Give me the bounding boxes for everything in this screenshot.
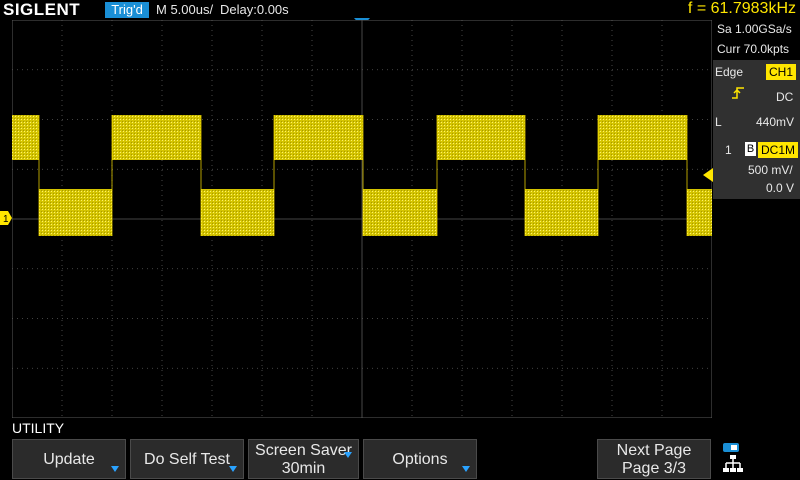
do-self-test-button-label: Do Self Test	[144, 451, 230, 468]
bandwidth-limit-flag: B	[745, 142, 756, 156]
right-info-panel: Sa 1.00GSa/s Curr 70.0kpts Edge CH1 DC L…	[713, 20, 800, 420]
trigger-level-label: L	[715, 115, 722, 129]
sample-rate: Sa 1.00GSa/s	[717, 22, 792, 36]
waveform-high-segment	[598, 115, 687, 160]
channel-coupling-badge: DC1M	[758, 142, 799, 158]
channel-1-info-box[interactable]: 1 B DC1M 500 mV/ 0.0 V	[713, 139, 800, 199]
waveform-high-segment	[274, 115, 363, 160]
waveform-graticule	[12, 20, 712, 418]
memory-depth: Curr 70.0kpts	[717, 42, 790, 56]
page-indicator: Page 3/3	[621, 460, 687, 477]
menu-title: UTILITY	[12, 420, 65, 436]
arrow-down-icon	[462, 466, 470, 472]
screen-saver-value: 30min	[281, 460, 326, 477]
status-bar: SIGLENT Trig'd M 5.00us/ Delay:0.00s f =…	[0, 0, 800, 20]
channel-1-marker-label: 1	[3, 214, 9, 225]
waveform-high-segment	[437, 115, 525, 160]
next-page-button[interactable]: Next Page Page 3/3	[597, 439, 711, 479]
options-button-label: Options	[392, 451, 448, 468]
trigger-status-badge: Trig'd	[105, 2, 149, 18]
screen-saver-button-label: Screen Saver	[255, 442, 352, 459]
trigger-type: Edge	[715, 65, 744, 79]
timebase-readout: M 5.00us/	[156, 2, 214, 17]
delay-readout: Delay:0.00s	[220, 2, 289, 17]
vertical-offset: 0.0 V	[766, 181, 795, 195]
waveform-low-segment	[39, 189, 112, 236]
waveform-high-segment	[12, 115, 39, 160]
waveform-low-segment	[525, 189, 598, 236]
frequency-readout: f = 61.7983kHz	[687, 0, 796, 17]
waveform-high-segment	[112, 115, 201, 160]
channel-1-marker-icon[interactable]: 1	[0, 211, 12, 225]
arrow-down-icon	[111, 466, 119, 472]
brand-logo: SIGLENT	[3, 0, 81, 19]
options-button[interactable]: Options	[363, 439, 477, 479]
channel-number: 1	[725, 143, 732, 157]
update-button-label: Update	[43, 451, 95, 468]
screen-saver-button[interactable]: Screen Saver 30min	[248, 439, 359, 479]
waveform-display	[12, 20, 712, 418]
waveform-low-segment	[201, 189, 274, 236]
next-page-button-label: Next Page	[616, 442, 692, 459]
waveform-low-segment	[363, 189, 437, 236]
vertical-scale: 500 mV/	[748, 163, 793, 177]
trigger-level-marker-icon[interactable]	[703, 168, 713, 182]
do-self-test-button[interactable]: Do Self Test	[130, 439, 244, 479]
network-status-icon	[723, 443, 743, 472]
arrow-down-icon	[229, 466, 237, 472]
waveform-low-segment	[687, 189, 712, 236]
rising-edge-icon	[732, 87, 744, 99]
arrow-down-icon	[344, 452, 352, 458]
update-button[interactable]: Update	[12, 439, 126, 479]
trigger-coupling: DC	[776, 90, 794, 104]
trigger-level: 440mV	[756, 115, 795, 129]
trigger-source-badge: CH1	[766, 64, 797, 80]
